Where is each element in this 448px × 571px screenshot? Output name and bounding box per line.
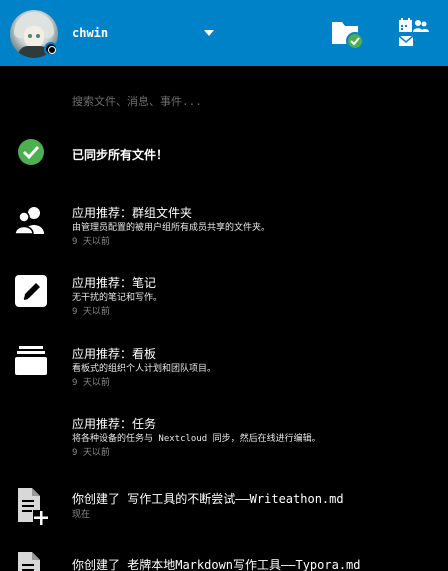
group-icon — [14, 207, 44, 235]
deck-icon — [15, 346, 47, 375]
sync-status-text: 已同步所有文件！ — [72, 148, 169, 162]
activity-time: 9 天以前 — [72, 307, 110, 317]
username-label[interactable]: chwin — [72, 26, 108, 40]
list-item[interactable]: 你创建了 写作工具的不断尝试——Writeathon.md 现在 — [0, 482, 448, 526]
activity-time: 现在 — [72, 510, 91, 520]
notes-edit-icon — [15, 275, 47, 307]
list-item[interactable]: 应用推荐：群组文件夹 由管理员配置的被用户组所有成员共享的文件夹。 9 天以前 — [0, 198, 448, 248]
list-item[interactable]: 应用推荐：任务 将各种设备的任务与 Nextcloud 同步，然后在线进行编辑。… — [0, 409, 448, 459]
activity-time: 9 天以前 — [72, 448, 110, 458]
online-status-icon — [44, 42, 58, 56]
folder-synced-icon[interactable] — [330, 18, 364, 50]
activity-title: 你创建了 写作工具的不断尝试——Writeathon.md — [72, 492, 344, 506]
list-item[interactable]: 应用推荐：看板 看板式的组织个人计划和团队项目。 9 天以前 — [0, 339, 448, 389]
activity-time: 9 天以前 — [72, 237, 110, 247]
app-header: chwin — [0, 0, 448, 66]
calendar-contacts-mail-icon[interactable] — [396, 16, 430, 50]
activity-title: 应用推荐：群组文件夹 — [72, 206, 193, 220]
activity-desc: 由管理员配置的被用户组所有成员共享的文件夹。 — [72, 223, 271, 233]
search-input[interactable]: 搜索文件、消息、事件... — [72, 93, 202, 109]
chevron-down-icon[interactable] — [204, 30, 214, 36]
activity-title: 应用推荐：笔记 — [72, 276, 157, 290]
activity-desc: 无干扰的笔记和写作。 — [72, 293, 163, 303]
activity-title: 你创建了 老牌本地Markdown写作工具——Typora.md — [72, 558, 361, 571]
activity-desc: 看板式的组织个人计划和团队项目。 — [72, 364, 217, 374]
file-add-icon — [18, 488, 49, 526]
list-item[interactable]: 应用推荐：笔记 无干扰的笔记和写作。 9 天以前 — [0, 268, 448, 318]
activity-time: 9 天以前 — [72, 378, 110, 388]
check-circle-icon — [18, 139, 44, 165]
activity-desc: 将各种设备的任务与 Nextcloud 同步，然后在线进行编辑。 — [72, 434, 321, 444]
activity-title: 应用推荐：任务 — [72, 417, 157, 431]
list-item[interactable]: 你创建了 老牌本地Markdown写作工具——Typora.md — [0, 548, 448, 571]
activity-title: 应用推荐：看板 — [72, 347, 157, 361]
sync-status-row: 已同步所有文件！ — [0, 136, 448, 170]
file-add-icon — [18, 552, 40, 571]
